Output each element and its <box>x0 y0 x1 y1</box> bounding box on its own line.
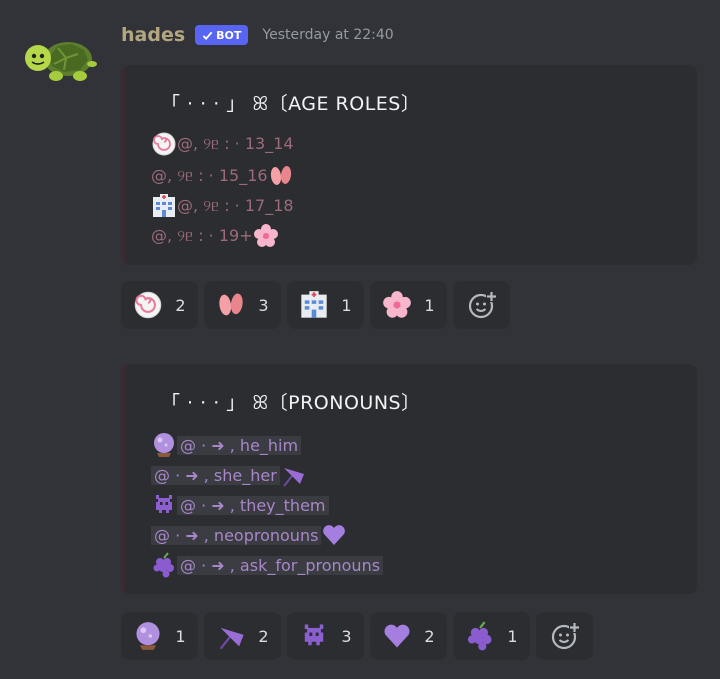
reaction-count: 1 <box>507 626 518 646</box>
cherry-blossom-icon <box>253 223 279 249</box>
role-text: @ · ➜ , neopronouns <box>151 525 322 545</box>
footprints-icon <box>216 290 246 320</box>
alien-monster-icon <box>151 492 177 518</box>
role-text: @ · ➜ , he_him <box>177 435 302 455</box>
role-line: @ · ➜ , he_him <box>151 430 302 460</box>
role-text: @ · ➜ , ask_for_pronouns <box>177 555 384 575</box>
role-line: @, ୨ᥱ : · 19+ <box>151 221 279 251</box>
role-text: @ · ➜ , she_her <box>151 465 280 485</box>
avatar[interactable] <box>20 26 98 88</box>
footprints-icon <box>268 163 294 189</box>
role-line: @ · ➜ , they_them <box>151 490 329 520</box>
reaction-button[interactable]: 3 <box>204 281 281 329</box>
reaction-button[interactable]: 1 <box>121 612 198 660</box>
umbrella-icon <box>216 621 246 651</box>
message-header: hades BOT Yesterday at 22:40 <box>121 22 394 48</box>
umbrella-icon <box>280 462 306 488</box>
embed-pronouns: 「 · · · 」 ꕤ〔PRONOUNS〕 @ · ➜ , he_him @ ·… <box>121 364 697 594</box>
reaction-count: 2 <box>175 295 186 315</box>
embed-age-roles: 「 · · · 」 ꕤ〔AGE ROLES〕 @, ୨ᥱ : · 13_14 @… <box>121 65 697 265</box>
embed-title: 「 · · · 」 ꕤ〔PRONOUNS〕 <box>161 392 421 414</box>
add-reaction-button[interactable] <box>536 612 593 660</box>
role-text: @, ୨ᥱ : · 19+ <box>151 226 253 245</box>
role-text: @, ୨ᥱ : · 17_18 <box>177 196 294 215</box>
reaction-count: 2 <box>258 626 269 646</box>
purple-heart-icon <box>382 621 412 651</box>
checkmark-icon <box>202 31 213 40</box>
reaction-button[interactable]: 1 <box>287 281 364 329</box>
reaction-count: 1 <box>341 295 352 315</box>
reaction-count: 2 <box>424 626 435 646</box>
role-line: @, ୨ᥱ : · 15_16 <box>151 161 294 191</box>
reactions-age: 2 3 1 1 <box>121 281 510 329</box>
bot-badge-label: BOT <box>216 28 242 42</box>
grapes-icon <box>465 621 495 651</box>
hospital-icon <box>151 193 177 219</box>
alien-monster-icon <box>299 621 329 651</box>
reactions-pronouns: 1 2 3 2 1 <box>121 612 593 660</box>
reaction-count: 1 <box>424 295 435 315</box>
hospital-icon <box>299 290 329 320</box>
reaction-button[interactable]: 2 <box>204 612 281 660</box>
crystal-ball-icon <box>133 621 163 651</box>
add-reaction-icon <box>550 621 580 651</box>
embed-title: 「 · · · 」 ꕤ〔AGE ROLES〕 <box>161 93 421 115</box>
fishcake-icon <box>151 131 177 157</box>
role-text: @ · ➜ , they_them <box>177 495 329 515</box>
reaction-button[interactable]: 1 <box>370 281 447 329</box>
role-line: @ · ➜ , ask_for_pronouns <box>151 550 384 580</box>
reaction-button[interactable]: 2 <box>370 612 447 660</box>
role-line: @ · ➜ , she_her <box>151 460 306 490</box>
bot-badge: BOT <box>195 25 249 45</box>
reaction-count: 3 <box>258 295 269 315</box>
timestamp[interactable]: Yesterday at 22:40 <box>262 27 393 43</box>
role-line: @, ୨ᥱ : · 13_14 <box>151 129 294 159</box>
role-text: @, ୨ᥱ : · 15_16 <box>151 166 268 185</box>
role-line: @ · ➜ , neopronouns <box>151 520 347 550</box>
reaction-count: 1 <box>175 626 186 646</box>
reaction-count: 3 <box>341 626 352 646</box>
username[interactable]: hades <box>121 24 185 46</box>
cherry-blossom-icon <box>382 290 412 320</box>
role-line: @, ୨ᥱ : · 17_18 <box>151 191 294 221</box>
turtle-icon <box>25 42 97 81</box>
reaction-button[interactable]: 3 <box>287 612 364 660</box>
add-reaction-button[interactable] <box>453 281 510 329</box>
reaction-button[interactable]: 2 <box>121 281 198 329</box>
purple-heart-icon <box>321 522 347 548</box>
fishcake-icon <box>133 290 163 320</box>
grapes-icon <box>151 552 177 578</box>
add-reaction-icon <box>467 290 497 320</box>
crystal-ball-icon <box>151 432 177 458</box>
reaction-button[interactable]: 1 <box>453 612 530 660</box>
role-text: @, ୨ᥱ : · 13_14 <box>177 134 294 153</box>
